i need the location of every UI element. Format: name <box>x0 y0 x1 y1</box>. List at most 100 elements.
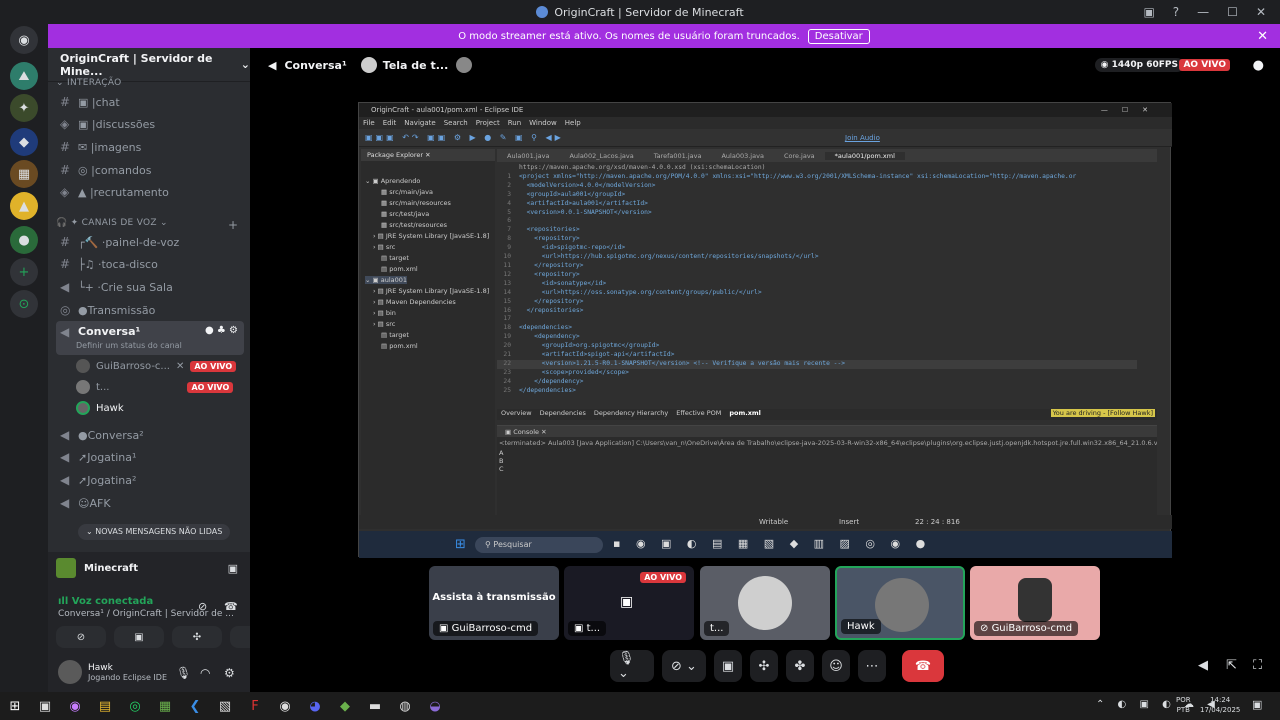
category-interacao[interactable]: ⌄ INTERAÇÃO <box>56 78 122 88</box>
tree-item[interactable]: › ▤ bin <box>373 309 396 317</box>
participant-tile-2[interactable]: AO VIVO ▣ ▣ t... <box>564 566 694 640</box>
toolbar-icons[interactable]: ▣▣▣ ↶↷ ▣▣ ⚙ ▶ ● ✎ ▣ ⚲ ◀▶ <box>365 133 564 142</box>
eclipse-window[interactable]: OriginCraft - aula001/pom.xml - Eclipse … <box>358 102 1172 558</box>
code-line[interactable]: 11 </repository> <box>497 262 1137 271</box>
app-icon-2[interactable]: ▬ <box>360 692 390 720</box>
code-line[interactable]: 14 <url>https://oss.sonatype.org/content… <box>497 289 1137 298</box>
server-icon-6[interactable]: ● <box>10 226 38 254</box>
code-line[interactable]: 25 </dependencies> <box>497 387 1137 396</box>
tree-item[interactable]: ▦ src/test/java <box>381 210 429 218</box>
channel-jogatina1[interactable]: ◀ ➚ Jogatina¹ <box>56 446 244 468</box>
tree-item[interactable]: ▦ src/main/resources <box>381 199 451 207</box>
activities-button[interactable]: ✣ <box>172 626 222 648</box>
code-line[interactable]: 2 <modelVersion>4.0.0</modelVersion> <box>497 182 1137 191</box>
code-line[interactable]: 5 <version>0.0.1-SNAPSHOT</version> <box>497 209 1137 218</box>
start-icon[interactable]: ⊞ <box>0 692 30 720</box>
code-line[interactable]: 10 <url>https://hub.spigotmc.org/nexus/c… <box>497 253 1137 262</box>
headset-icon[interactable]: ◠ <box>200 666 210 680</box>
maximize-icon[interactable]: ☐ <box>1227 5 1238 19</box>
code-line[interactable]: 22 <version>1.21.5-R0.1-SNAPSHOT</versio… <box>497 359 1137 369</box>
filezilla-icon[interactable]: F <box>240 692 270 720</box>
participant-tile-1[interactable]: Assista à transmissão ▣ GuiBarroso-cmd <box>429 566 559 640</box>
server-icon-3[interactable]: ◆ <box>10 128 38 156</box>
whatsapp-icon[interactable]: ◎ <box>120 692 150 720</box>
channel-status-hint[interactable]: Definir um status do canal <box>76 341 182 350</box>
tree-item[interactable]: ▤ target <box>381 331 409 339</box>
menu-help[interactable]: Help <box>565 119 581 127</box>
disconnect-call-button[interactable]: ☎ <box>902 650 944 682</box>
menu-run[interactable]: Run <box>508 119 521 127</box>
copilot-icon[interactable]: ◉ <box>60 692 90 720</box>
tree-item[interactable]: › ▤ Maven Dependencies <box>373 298 456 306</box>
menu-search[interactable]: Search <box>444 119 468 127</box>
editor-tab[interactable]: Core.java <box>774 152 825 160</box>
notifications-icon[interactable]: ▣ <box>1252 698 1262 711</box>
mic-button[interactable]: 🎙 ⌄ <box>610 650 654 682</box>
tree-item[interactable]: ▤ pom.xml <box>381 342 418 350</box>
pom-tab[interactable]: Effective POM <box>676 409 721 420</box>
channel-conversa2[interactable]: ◀ ● Conversa² <box>56 424 244 446</box>
pop-out-icon[interactable]: ⇱ <box>1226 658 1237 673</box>
menu-navigate[interactable]: Navigate <box>404 119 435 127</box>
watch-stream-label[interactable]: Assista à transmissão <box>429 592 559 603</box>
voice-user-1[interactable]: GuiBarroso-c... ✕ AO VIVO <box>76 356 237 376</box>
category-voz[interactable]: 🎧 ✦ CANAIS DE VOZ ⌄ + <box>56 218 238 232</box>
activity-more-icon[interactable]: ▣ <box>228 562 238 575</box>
pom-tab[interactable]: Dependencies <box>540 409 586 420</box>
code-line[interactable]: 3 <groupId>aula001</groupId> <box>497 191 1137 200</box>
participant-tile-3[interactable]: t... <box>700 566 830 640</box>
stream-quality[interactable]: ◉ 1440p 60FPS <box>1094 58 1184 72</box>
obs-icon[interactable]: ◍ <box>390 692 420 720</box>
server-icon-origincraft[interactable]: ⛰ <box>10 62 38 90</box>
new-messages-pill[interactable]: ⌄ NOVAS MENSAGENS NÃO LIDAS <box>78 524 231 540</box>
server-icon-4[interactable]: ▦ <box>10 160 38 188</box>
add-channel-icon[interactable]: + <box>228 218 238 232</box>
code-line[interactable]: 13 <id>sonatype</id> <box>497 280 1137 289</box>
eclipse-window-controls[interactable]: —☐✕ <box>1101 106 1162 114</box>
eclipse-taskbar-icon[interactable]: ◒ <box>420 692 450 720</box>
more-icon[interactable]: ⋯ <box>858 650 886 682</box>
close-banner-icon[interactable]: ✕ <box>1257 29 1268 44</box>
channel-imagens[interactable]: # ✉ | imagens <box>56 136 244 158</box>
task-view-icon[interactable]: ▣ <box>30 692 60 720</box>
help-icon[interactable]: ? <box>1173 5 1179 19</box>
topbar-screen[interactable]: Tela de t... <box>383 59 448 72</box>
tree-item[interactable]: ▤ target <box>381 254 409 262</box>
voice-status-sub[interactable]: Conversa¹ / OriginCraft | Servidor de ..… <box>58 609 234 619</box>
server-header[interactable]: OriginCraft | Servidor de Mine... ⌄ <box>48 48 250 82</box>
participant-tile-5[interactable]: ⊘ GuiBarroso-cmd <box>970 566 1100 640</box>
vscode-icon[interactable]: ❮ <box>180 692 210 720</box>
channel-jogatina2[interactable]: ◀ ➚ Jogatina² <box>56 469 244 491</box>
disable-streamer-button[interactable]: Desativar <box>807 28 870 44</box>
language-indicator[interactable]: POR PTB <box>1176 695 1191 715</box>
code-line[interactable]: 8 <repository> <box>497 235 1137 244</box>
driving-badge[interactable]: You are driving - [Follow Hawk] <box>1050 409 1155 417</box>
close-window-icon[interactable]: ✕ <box>1256 5 1266 19</box>
tree-item[interactable]: › ▤ JRE System Library [JavaSE-1.8] <box>373 287 489 295</box>
activity-card[interactable]: Minecraft <box>56 558 138 578</box>
current-user[interactable]: Hawk Jogando Eclipse IDE <box>58 660 167 684</box>
participant-tile-4[interactable]: Hawk <box>835 566 965 640</box>
activities-icon[interactable]: ✣ <box>750 650 778 682</box>
tree-item[interactable]: ▤ pom.xml <box>381 265 418 273</box>
channel-painel-de-voz[interactable]: # ┌🔨 · painel-de-voz <box>56 231 244 253</box>
code-line[interactable]: 19 <dependency> <box>497 333 1137 342</box>
menu-file[interactable]: File <box>363 119 375 127</box>
channel-crie-sua-sala[interactable]: ◀ └+ · Crie sua Sala <box>56 276 244 298</box>
code-line[interactable]: 9 <id>spigotmc-repo</id> <box>497 244 1137 253</box>
minecraft-launcher-icon[interactable]: ▦ <box>150 692 180 720</box>
editor-tab[interactable]: Aula001.java <box>497 152 559 160</box>
volume-icon[interactable]: ◀ <box>1198 658 1208 673</box>
editor-tab-active[interactable]: *aula001/pom.xml <box>824 151 905 160</box>
mic-icon[interactable]: 🎙 <box>176 666 191 680</box>
voice-user-2[interactable]: t... AO VIVO <box>76 377 234 397</box>
tree-item[interactable]: › ▤ src <box>373 320 395 328</box>
chrome-icon[interactable]: ◉ <box>270 692 300 720</box>
add-server-icon[interactable]: + <box>10 258 38 286</box>
join-audio-link[interactable]: Join Audio <box>845 134 880 142</box>
code-line[interactable]: 7 <repositories> <box>497 226 1137 235</box>
minimize-icon[interactable]: — <box>1197 5 1209 19</box>
code-line[interactable]: 15 </repository> <box>497 298 1137 307</box>
minecraft-icon[interactable]: ◆ <box>330 692 360 720</box>
tree-item[interactable]: ⌄ ▣ aula001 <box>365 276 408 284</box>
